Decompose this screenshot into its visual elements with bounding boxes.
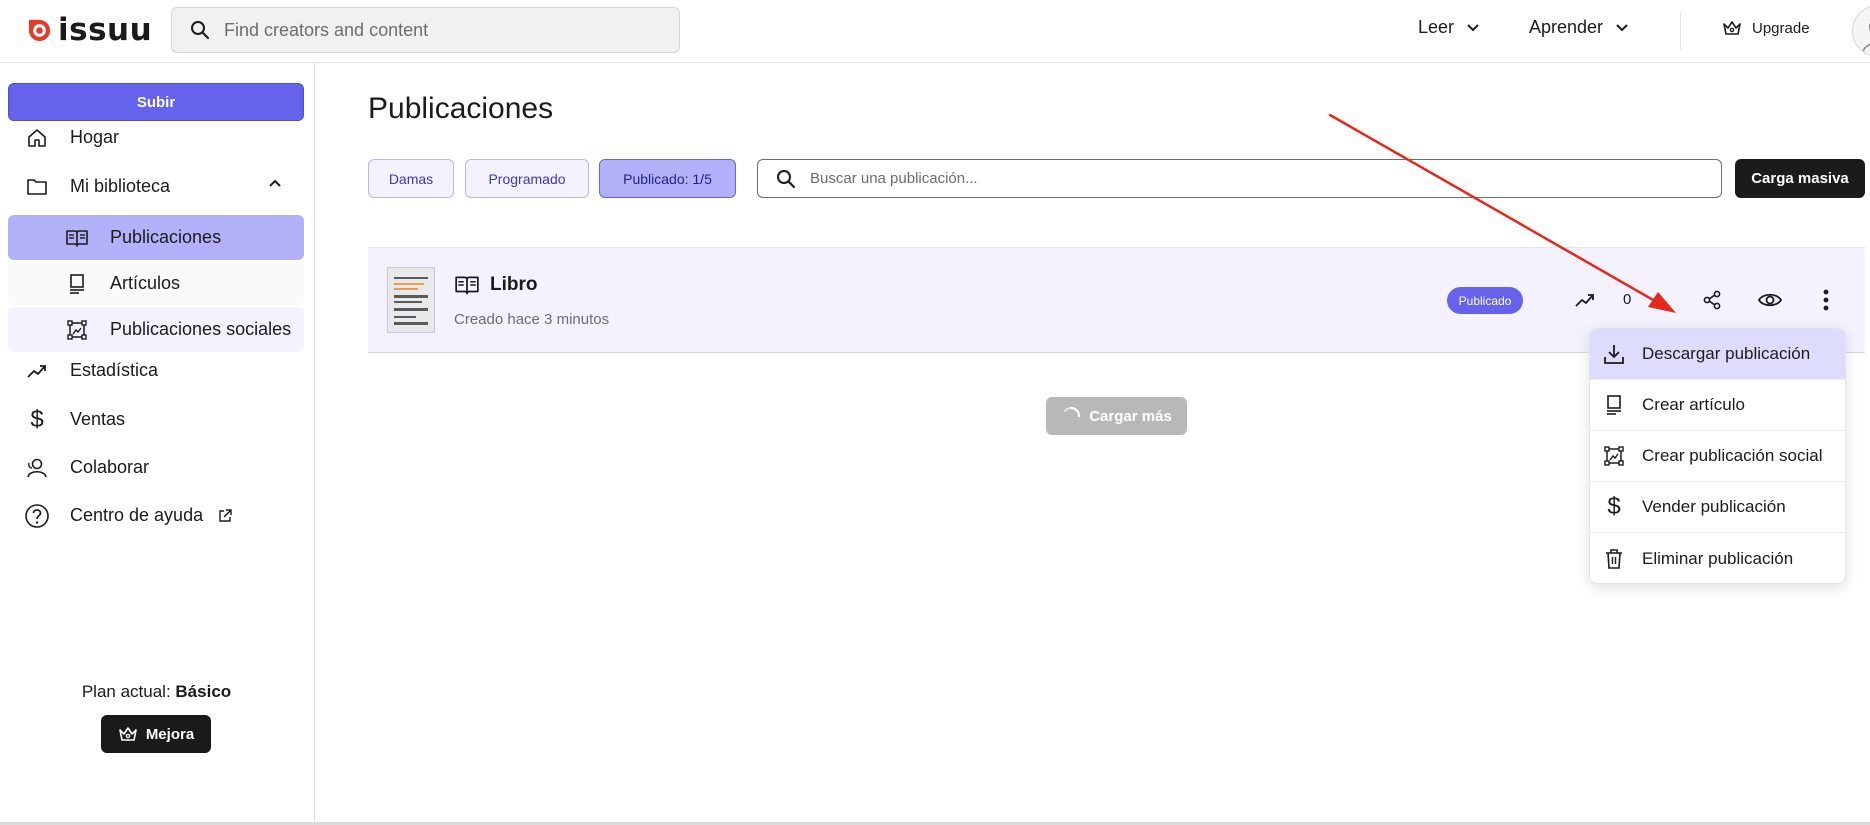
filter-chip-damas[interactable]: Damas (368, 159, 454, 198)
status-badge: Publicado (1447, 287, 1523, 314)
current-plan: Plan actual: Básico (0, 682, 313, 702)
publication-options-menu: Descargar publicación Crear artículo Cre… (1589, 328, 1846, 584)
help-icon (24, 503, 50, 529)
menu-item-label: Crear artículo (1642, 395, 1745, 414)
publication-created: Creado hace 3 minutos (454, 311, 610, 328)
eye-icon (1757, 293, 1783, 307)
home-icon (24, 125, 50, 151)
social-image-icon (64, 317, 90, 343)
plan-name: Básico (175, 682, 232, 701)
trend-icon (1575, 294, 1594, 307)
sidebar: Subir Hogar Mi biblioteca Publicaciones … (0, 63, 315, 825)
folder-icon (24, 174, 50, 200)
sidebar-item-label: Colaborar (70, 457, 150, 477)
menu-item-crear-articulo[interactable]: Crear artículo (1590, 380, 1845, 431)
menu-item-label: Crear publicación social (1642, 446, 1823, 465)
global-search-field[interactable] (171, 7, 680, 53)
book-open-icon (64, 225, 90, 251)
sidebar-item-colaborar[interactable]: Colaborar (8, 445, 304, 490)
publication-search-input[interactable] (810, 170, 1690, 187)
sidebar-item-label: Publicaciones (110, 227, 222, 247)
sidebar-item-estadistica[interactable]: Estadística (8, 348, 304, 393)
spinner-icon (1064, 406, 1081, 418)
menu-item-label: Eliminar publicación (1642, 548, 1794, 568)
more-vertical-icon (1823, 289, 1829, 311)
sidebar-item-ventas[interactable]: $ Ventas (8, 397, 304, 442)
publication-title: Libro (490, 274, 538, 295)
upgrade-link[interactable]: Upgrade (1722, 19, 1810, 37)
social-image-icon (1602, 444, 1626, 468)
stats-button[interactable] (1570, 285, 1600, 315)
page-title: Publicaciones (368, 92, 554, 125)
crown-icon (1723, 21, 1741, 35)
search-icon (191, 21, 210, 40)
avatar[interactable] (1852, 5, 1870, 57)
load-more-button[interactable]: Cargar más (1046, 397, 1187, 435)
nav-aprender-label: Aprender (1529, 17, 1604, 37)
dollar-icon: $ (30, 405, 44, 433)
sidebar-item-label: Mi biblioteca (70, 176, 171, 196)
menu-item-eliminar-publicacion[interactable]: Eliminar publicación (1590, 533, 1845, 583)
publication-title-wrap[interactable]: Libro (454, 274, 538, 296)
article-icon (1602, 393, 1626, 417)
sidebar-item-label: Ventas (70, 409, 126, 429)
sidebar-item-centro-de-ayuda[interactable]: Centro de ayuda (8, 493, 304, 538)
bulk-upload-button[interactable]: Carga masiva (1735, 159, 1865, 198)
external-link-icon (219, 508, 232, 522)
upgrade-label: Upgrade (1752, 19, 1810, 37)
crown-icon (119, 727, 137, 741)
nav-leer-label: Leer (1418, 17, 1455, 37)
global-search-input[interactable] (224, 19, 644, 41)
issuu-logo[interactable]: issuu (26, 13, 152, 47)
sidebar-item-label: Centro de ayuda (70, 505, 204, 525)
book-open-icon (455, 276, 479, 295)
preview-button[interactable] (1755, 285, 1785, 315)
top-bar: issuu Leer Aprender Upgrade (0, 0, 1870, 63)
nav-leer[interactable]: Leer (1418, 17, 1480, 38)
dollar-icon: $ (1607, 493, 1621, 520)
menu-item-descargar[interactable]: Descargar publicación (1590, 329, 1845, 380)
chevron-down-icon (1616, 23, 1628, 31)
menu-item-label: Vender publicación (1642, 497, 1786, 516)
article-icon (64, 271, 90, 297)
share-button[interactable] (1697, 285, 1727, 315)
chevron-down-icon (1467, 23, 1479, 31)
plan-prefix: Plan actual: (81, 682, 176, 701)
publication-thumbnail[interactable] (387, 267, 435, 333)
sidebar-item-label: Estadística (70, 360, 159, 380)
sidebar-item-publicaciones-sociales[interactable]: Publicaciones sociales (8, 307, 304, 352)
chevron-up-icon[interactable] (268, 178, 282, 188)
sidebar-item-publicaciones[interactable]: Publicaciones (8, 215, 304, 260)
issuu-logo-icon (28, 19, 51, 41)
views-count: 0 (1623, 291, 1632, 308)
menu-item-label: Descargar publicación (1642, 344, 1811, 363)
trash-icon (1602, 547, 1626, 571)
logo-wordmark: issuu (58, 11, 153, 48)
download-icon (1602, 342, 1626, 366)
load-more-label: Cargar más (1089, 407, 1172, 425)
menu-item-crear-publicacion-social[interactable]: Crear publicación social (1590, 431, 1845, 482)
share-icon (1703, 290, 1721, 310)
sidebar-item-hogar[interactable]: Hogar (8, 115, 304, 160)
trend-icon (24, 358, 50, 384)
mejora-button[interactable]: Mejora (101, 715, 211, 753)
menu-item-vender-publicacion[interactable]: $ Vender publicación (1590, 482, 1845, 533)
collaborate-icon (24, 455, 50, 481)
sidebar-item-mi-biblioteca[interactable]: Mi biblioteca (8, 164, 304, 209)
sidebar-item-label: Publicaciones sociales (110, 319, 292, 339)
more-options-button[interactable] (1811, 285, 1841, 315)
sidebar-item-label: Artículos (110, 273, 181, 293)
filter-chip-publicado[interactable]: Publicado: 1/5 (599, 159, 736, 198)
user-avatar-icon (1862, 22, 1870, 53)
filter-chip-programado[interactable]: Programado (465, 159, 589, 198)
sidebar-item-label: Hogar (70, 127, 120, 147)
search-icon (777, 169, 796, 188)
sidebar-item-articulos[interactable]: Artículos (8, 261, 304, 306)
publication-search-field[interactable] (757, 159, 1722, 198)
nav-divider (1680, 12, 1681, 50)
mejora-label: Mejora (145, 725, 195, 743)
nav-aprender[interactable]: Aprender (1529, 17, 1629, 38)
